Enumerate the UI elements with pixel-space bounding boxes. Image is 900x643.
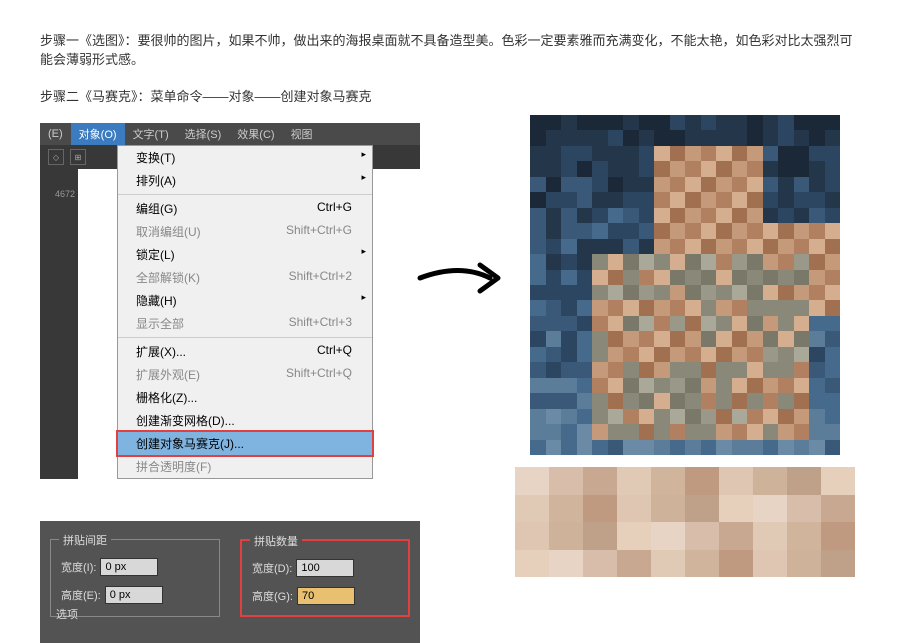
height-label: 高度(E):: [61, 587, 101, 603]
section-title: 拼贴间距: [59, 532, 111, 548]
spacing-width-input[interactable]: [100, 558, 158, 576]
menu-separator: [118, 337, 372, 338]
menu-item[interactable]: 选择(S): [177, 123, 230, 145]
menu-item[interactable]: 效果(C): [229, 123, 282, 145]
height-label: 高度(G):: [252, 588, 293, 604]
tool-icon[interactable]: ◇: [48, 149, 64, 165]
menu-command: 取消编组(U)Shift+Ctrl+G: [118, 220, 372, 243]
object-menu-dropdown: 变换(T)排列(A) 编组(G)Ctrl+G取消编组(U)Shift+Ctrl+G…: [117, 145, 373, 479]
menu-command: 全部解锁(K)Shift+Ctrl+2: [118, 266, 372, 289]
count-height-input[interactable]: [297, 587, 355, 605]
menu-command[interactable]: 栅格化(Z)...: [118, 386, 372, 409]
menu-item[interactable]: (E): [40, 123, 71, 145]
step-one-text: 步骤一《选图》：要很帅的图片，如果不帅，做出来的海报桌面就不具备造型美。色彩一定…: [40, 30, 860, 68]
arrow-icon: [410, 243, 510, 313]
section-title: 拼贴数量: [250, 533, 302, 549]
step-two-text: 步骤二《马赛克》：菜单命令——对象——创建对象马赛克: [40, 86, 860, 105]
menu-item[interactable]: 视图: [283, 123, 321, 145]
menu-command[interactable]: 编组(G)Ctrl+G: [118, 197, 372, 220]
app-menubar: (E)对象(O)文字(T)选择(S)效果(C)视图: [40, 123, 420, 145]
options-label: 选项: [56, 606, 420, 622]
menu-item[interactable]: 对象(O): [71, 123, 125, 145]
menu-command[interactable]: 创建渐变网格(D)...: [118, 409, 372, 432]
tool-icon[interactable]: ⊞: [70, 149, 86, 165]
mosaic-options-panel: 拼贴间距 宽度(I): 高度(E): 拼贴数量 宽度(D): [40, 521, 420, 643]
menu-command[interactable]: 锁定(L): [118, 243, 372, 266]
mosaic-swatch-image: [515, 467, 855, 577]
mosaic-preview-image: [530, 115, 840, 455]
count-width-input[interactable]: [296, 559, 354, 577]
menu-command[interactable]: 创建对象马赛克(J)...: [118, 432, 372, 455]
spacing-height-input[interactable]: [105, 586, 163, 604]
menu-separator: [118, 194, 372, 195]
menu-command[interactable]: 隐藏(H): [118, 289, 372, 312]
menu-command[interactable]: 变换(T): [118, 146, 372, 169]
ruler-number: 4672: [40, 169, 78, 479]
menu-command: 扩展外观(E)Shift+Ctrl+Q: [118, 363, 372, 386]
width-label: 宽度(D):: [252, 560, 292, 576]
menu-command[interactable]: 扩展(X)...Ctrl+Q: [118, 340, 372, 363]
menu-command[interactable]: 排列(A): [118, 169, 372, 192]
menu-command: 显示全部Shift+Ctrl+3: [118, 312, 372, 335]
menu-item[interactable]: 文字(T): [125, 123, 177, 145]
width-label: 宽度(I):: [61, 559, 96, 575]
menu-command: 拼合透明度(F): [118, 455, 372, 478]
